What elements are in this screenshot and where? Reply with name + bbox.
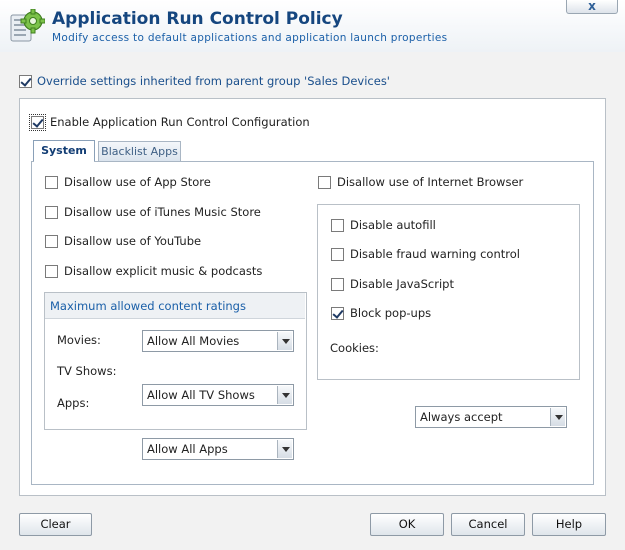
explicit-checkbox[interactable]	[45, 264, 58, 278]
popups-checkbox[interactable]	[331, 306, 344, 320]
application-gear-icon	[9, 8, 46, 45]
apps-select[interactable]: Allow All Apps	[142, 438, 294, 460]
explicit-label: Disallow explicit music & podcasts	[64, 264, 263, 278]
autofill-label: Disable autofill	[350, 218, 436, 232]
fraud-warning-label: Disable fraud warning control	[350, 247, 520, 261]
ok-button[interactable]: OK	[370, 513, 444, 536]
itunes-row[interactable]: Disallow use of iTunes Music Store	[45, 205, 261, 219]
chevron-down-icon[interactable]	[277, 440, 292, 458]
enable-label: Enable Application Run Control Configura…	[50, 115, 310, 129]
apps-select-value: Allow All Apps	[147, 442, 228, 456]
autofill-checkbox[interactable]	[331, 218, 344, 232]
enable-row[interactable]: Enable Application Run Control Configura…	[29, 113, 310, 131]
youtube-label: Disallow use of YouTube	[64, 234, 202, 248]
internet-browser-checkbox[interactable]	[318, 175, 331, 189]
fraud-warning-row[interactable]: Disable fraud warning control	[331, 247, 520, 261]
tab-blacklist-apps[interactable]: Blacklist Apps	[98, 141, 181, 163]
active-tab-joint	[34, 160, 94, 163]
cookies-select[interactable]: Always accept	[415, 406, 567, 428]
dialog-title: Application Run Control Policy	[52, 9, 343, 29]
chevron-down-icon[interactable]	[550, 408, 565, 426]
javascript-checkbox[interactable]	[331, 277, 344, 291]
itunes-checkbox[interactable]	[45, 205, 58, 219]
youtube-checkbox[interactable]	[45, 234, 58, 248]
apps-label: Apps:	[57, 396, 90, 410]
help-button[interactable]: Help	[532, 513, 606, 536]
chevron-down-icon[interactable]	[277, 332, 292, 350]
popups-label: Block pop-ups	[350, 306, 432, 320]
javascript-label: Disable JavaScript	[350, 277, 454, 291]
movies-select[interactable]: Allow All Movies	[142, 330, 294, 352]
override-row[interactable]: Override settings inherited from parent …	[19, 74, 390, 88]
explicit-row[interactable]: Disallow explicit music & podcasts	[45, 264, 262, 278]
clear-button[interactable]: Clear	[19, 513, 92, 536]
cancel-button[interactable]: Cancel	[451, 513, 525, 536]
override-checkbox[interactable]	[19, 74, 32, 88]
tv-shows-select-value: Allow All TV Shows	[147, 388, 255, 402]
internet-browser-row[interactable]: Disallow use of Internet Browser	[318, 175, 523, 189]
autofill-row[interactable]: Disable autofill	[331, 218, 436, 232]
tv-shows-label: TV Shows:	[57, 364, 117, 378]
ratings-heading: Maximum allowed content ratings	[45, 293, 305, 319]
javascript-row[interactable]: Disable JavaScript	[331, 277, 454, 291]
chevron-down-icon[interactable]	[277, 386, 292, 404]
tv-shows-select[interactable]: Allow All TV Shows	[142, 384, 294, 406]
fraud-warning-checkbox[interactable]	[331, 247, 344, 261]
youtube-row[interactable]: Disallow use of YouTube	[45, 234, 201, 248]
popups-row[interactable]: Block pop-ups	[331, 306, 431, 320]
itunes-label: Disallow use of iTunes Music Store	[64, 205, 261, 219]
cookies-label: Cookies:	[330, 341, 379, 355]
movies-select-value: Allow All Movies	[147, 334, 240, 348]
override-label: Override settings inherited from parent …	[37, 74, 390, 88]
internet-browser-label: Disallow use of Internet Browser	[337, 175, 524, 189]
enable-checkbox[interactable]	[29, 113, 46, 131]
close-button[interactable]: x	[566, 0, 618, 14]
app-store-label: Disallow use of App Store	[64, 175, 211, 189]
movies-label: Movies:	[57, 333, 101, 347]
app-store-checkbox[interactable]	[45, 175, 58, 189]
app-store-row[interactable]: Disallow use of App Store	[45, 175, 211, 189]
cookies-select-value: Always accept	[420, 410, 503, 424]
dialog-subtitle: Modify access to default applications an…	[52, 32, 448, 44]
